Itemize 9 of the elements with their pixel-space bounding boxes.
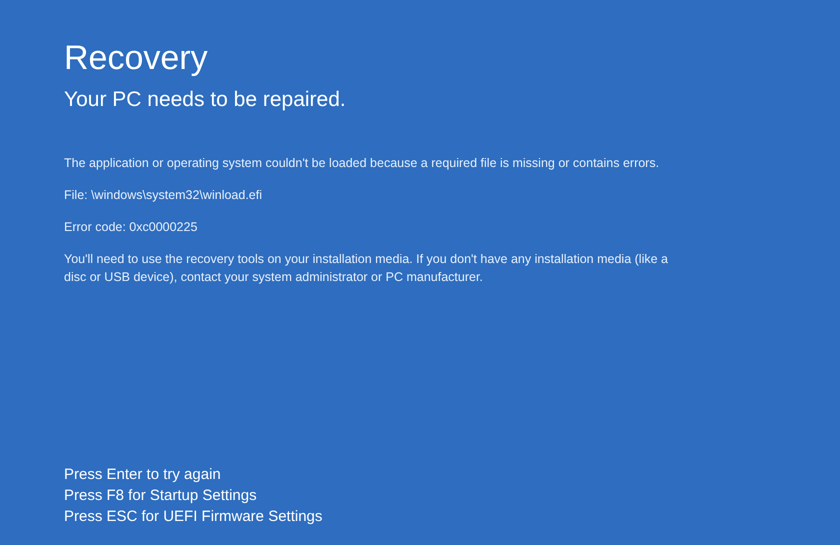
key-instruction: Press Enter to try again — [64, 465, 222, 485]
message-text: File: \windows\system32\winload.efi — [64, 187, 263, 204]
key-instruction: Press F8 for Startup Settings — [64, 486, 258, 506]
message-text: The application or operating system couldn't be loaded because a required file is missing or contains errors. — [64, 155, 660, 172]
screen-title: Recovery — [64, 38, 209, 79]
message-text: You'll need to use the recovery tools on your installation media. If you don't have any installation media (like a disc or USB device), contact your system administrator or PC manufacturer. — [64, 251, 669, 286]
message-text: Error code: 0xc0000225 — [64, 219, 198, 236]
screen-subtitle: Your PC needs to be repaired. — [64, 87, 347, 113]
key-instruction: Press ESC for UEFI Firmware Settings — [64, 507, 324, 527]
